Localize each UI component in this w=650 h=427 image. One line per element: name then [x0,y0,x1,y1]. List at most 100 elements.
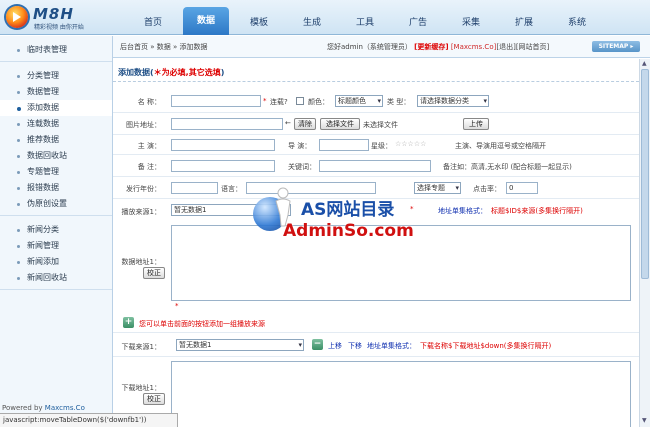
sidebar-item[interactable]: 数据回收站 [0,148,112,164]
play-format-label: 地址单集格式： [438,207,487,215]
down-addr-textarea[interactable] [171,361,631,427]
keyword-input[interactable] [319,160,431,172]
sidebar-item[interactable]: 新闻回收站 [0,270,112,286]
form-title-suffix: ) [220,68,225,77]
verify-button[interactable]: 校正 [143,267,165,279]
row-add-play: + 您可以单击前面的按钮添加一组播放来源 [113,313,639,333]
row-actor: 主 演： 导 演： 星级： ☆☆☆☆☆ 主演、导演用逗号或空格隔开 [113,135,639,155]
down-down-link[interactable]: 下移 [348,341,362,351]
pic-url-input[interactable] [171,118,283,130]
scroll-down-icon[interactable]: ▼ [642,417,648,425]
logo[interactable]: M8H 精彩视频 由你开始 [6,5,114,31]
nav-tab-0[interactable]: 首页 [130,11,176,35]
type-label: 类 型： [387,98,411,106]
nav-tab-4[interactable]: 工具 [342,11,388,35]
remove-download-icon[interactable]: − [312,339,323,350]
type-select[interactable]: 请选择数据分类 [417,95,489,107]
nav-tab-8[interactable]: 系统 [554,11,600,35]
down-format-value: 下载名称$下载地址$down(多集换行隔开) [420,342,552,350]
form-title-required: ＊为必填,其它选填 [153,68,221,77]
add-play-icon[interactable]: + [123,317,134,328]
form-title-prefix: 添加数据( [118,68,154,77]
powered-link[interactable]: Maxcms.Co [45,404,85,412]
watermark: AS网站目录 AdminSo.com [253,187,414,249]
sidebar-item[interactable]: 分类管理 [0,68,112,84]
sidebar-group: 临时表管理 [0,42,112,62]
status-bar: javascript:moveTableDown($('downfb1')) [0,413,178,427]
site-home-link[interactable]: [网站首页] [516,43,549,51]
arrow-left-icon: ← [285,119,291,127]
sitemap-button[interactable]: SITEMAP ▸ [592,41,640,52]
down-addr-label: 下载地址1： [121,384,161,392]
nav-tab-6[interactable]: 采集 [448,11,494,35]
keyword-label: 关键词： [288,163,316,171]
down-src-select[interactable]: 暂无数据1 [176,339,304,351]
actor-label: 主 演： [137,142,161,150]
sidebar: 临时表管理分类管理 数据管理 添加数据 连载数据 推荐数据 数据回收站 专题管理 报错数据 伪原… [0,36,113,427]
upload-button[interactable]: 上传 [463,118,489,130]
down-src-label: 下载来源1： [121,343,161,351]
maxcms-link[interactable]: [Maxcms.Co] [451,43,497,51]
name-input[interactable] [171,95,261,107]
nav-tab-7[interactable]: 扩展 [501,11,547,35]
director-input[interactable] [319,139,369,151]
form-title: 添加数据(＊为必填,其它选填) [113,64,639,82]
name-label: 名 称： [137,98,161,106]
watermark-title: AS网站目录 [301,200,395,220]
note-hint: 备注如：高清,无水印 (配合标题一起显示) [443,163,572,171]
serial-checkbox[interactable] [296,97,304,105]
sidebar-item[interactable]: 数据管理 [0,84,112,100]
serial-label: 连载? [270,98,288,106]
hits-input[interactable]: 0 [506,182,538,194]
sidebar-item[interactable]: 连载数据 [0,116,112,132]
row-note: 备 注： 关键词： 备注如：高清,无水印 (配合标题一起显示) [113,155,639,177]
color-select[interactable]: 标题颜色 [335,95,383,107]
sidebar-item[interactable]: 推荐数据 [0,132,112,148]
sidebar-item[interactable]: 专题管理 [0,164,112,180]
choose-file-button[interactable]: 选择文件 [320,118,360,130]
sidebar-group: 新闻分类 新闻管理 新闻添加 新闻回收站 [0,222,112,290]
nav-tab-5[interactable]: 广告 [395,11,441,35]
logo-brand: M8H [33,5,74,23]
scrollbar[interactable]: ▲ ▼ [639,59,650,427]
sidebar-item[interactable]: 新闻管理 [0,238,112,254]
nav-tab-3[interactable]: 生成 [289,11,335,35]
sub-header: 后台首页 » 数据 » 添加数据 您好admin（系统管理员） [更新缓存] [… [113,36,650,58]
powered-prefix: Powered by [2,404,45,412]
nav-tab-1[interactable]: 数据 [183,7,229,35]
sidebar-item[interactable]: 临时表管理 [0,42,112,58]
sidebar-item[interactable]: 新闻添加 [0,254,112,270]
color-label: 颜色： [308,98,329,106]
scroll-up-icon[interactable]: ▲ [642,60,648,68]
clear-button[interactable]: 清除 [294,118,316,130]
no-file-text: 未选择文件 [363,121,398,129]
down-up-link[interactable]: 上移 [328,341,342,351]
star-rating[interactable]: ☆☆☆☆☆ [395,140,426,148]
nav-tab-2[interactable]: 模板 [236,11,282,35]
main-nav: 首页 数据 模板 生成 工具 广告 采集 扩展 系统 [130,7,607,35]
row-picture: 图片地址： ← 清除 选择文件 未选择文件 上传 [113,113,639,135]
user-greeting: 您好admin（系统管理员） [327,43,412,51]
year-input[interactable] [171,182,218,194]
sidebar-item[interactable]: 伪原创设置 [0,196,112,212]
powered-by: Powered by Maxcms.Co [2,404,85,412]
sidebar-item[interactable]: 报错数据 [0,180,112,196]
play-src-label: 播放来源1： [121,208,161,216]
update-cache-link[interactable]: [更新缓存] [414,43,448,51]
actor-input[interactable] [171,139,275,151]
logo-slogan: 精彩视频 由你开始 [34,24,84,31]
add-play-hint: 您可以单击前面的按钮添加一组播放来源 [139,320,265,328]
row-download-source: 下载来源1： 暂无数据1 − 上移 下移 地址单集格式： 下载名称$下载地址$d… [113,333,639,357]
down-format-label: 地址单集格式： [367,342,416,350]
play-addr-label: 数据地址1： [121,258,161,266]
topic-select[interactable]: 选择专题 [414,182,461,194]
sidebar-item[interactable]: 新闻分类 [0,222,112,238]
verify-button-2[interactable]: 校正 [143,393,165,405]
note-input[interactable] [171,160,275,172]
logout-link[interactable]: [退出] [496,43,515,51]
hits-label: 点击率： [473,185,501,193]
scroll-thumb[interactable] [641,69,649,279]
top-header: M8H 精彩视频 由你开始 首页 数据 模板 生成 工具 广告 采集 扩展 系统 [0,0,650,35]
sidebar-item[interactable]: 添加数据 [0,100,112,116]
pic-label: 图片地址： [126,121,161,129]
